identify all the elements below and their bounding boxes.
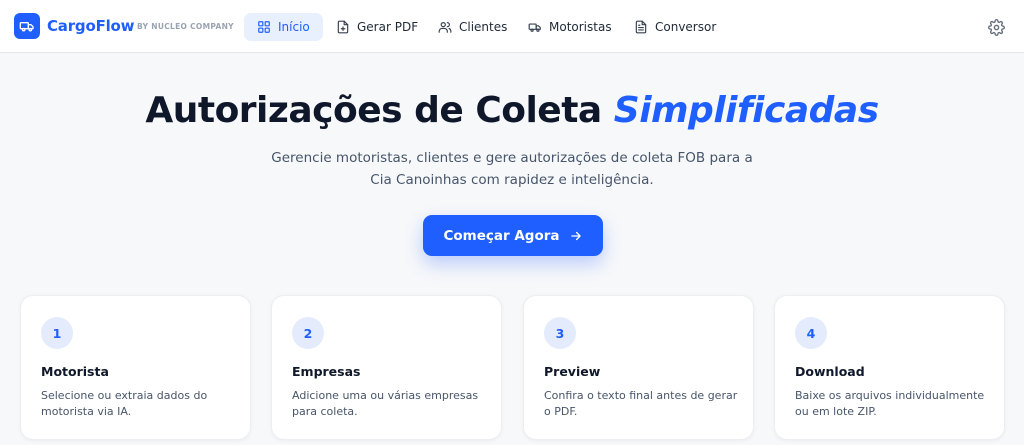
- step-description: Adicione uma ou várias empresas para col…: [292, 389, 479, 418]
- nav-conversor[interactable]: Conversor: [621, 13, 729, 41]
- hero-title-accent: Simplificadas: [613, 90, 879, 131]
- step-title: Download: [795, 364, 865, 379]
- step-card-download: 4 Download Baixe os arquivos individualm…: [774, 295, 1005, 440]
- file-text-icon: [635, 20, 647, 34]
- step-card-motorista: 1 Motorista Selecione ou extraia dados d…: [20, 295, 251, 440]
- nav-label: Conversor: [655, 20, 717, 34]
- step-number-badge: 3: [544, 317, 576, 349]
- hero-subtitle: Gerencie motoristas, clientes e gere aut…: [271, 150, 753, 188]
- top-navbar: CargoFlow BY NUCLEO COMPANY Início Gerar…: [0, 0, 1024, 53]
- nav-label: Início: [278, 20, 310, 34]
- step-title: Empresas: [292, 364, 361, 379]
- grid-icon: [258, 21, 270, 33]
- hero-title-main: Autorizações de Coleta: [145, 90, 614, 131]
- nav-label: Gerar PDF: [357, 20, 419, 34]
- settings-button[interactable]: [986, 17, 1006, 37]
- nav-inicio[interactable]: Início: [244, 13, 323, 41]
- brand-subtitle: BY NUCLEO COMPANY: [137, 22, 234, 31]
- arrow-right-icon: [570, 231, 581, 240]
- gear-icon: [987, 18, 1005, 36]
- step-card-empresas: 2 Empresas Adicione uma ou várias empres…: [271, 295, 502, 440]
- step-description: Selecione ou extraia dados do motorista …: [41, 389, 208, 418]
- hero-title: Autorizações de Coleta Simplificadas: [0, 90, 1024, 131]
- step-title: Preview: [544, 364, 601, 379]
- step-title: Motorista: [41, 364, 109, 379]
- nav-gerar-pdf[interactable]: Gerar PDF: [323, 13, 431, 41]
- step-number-badge: 2: [292, 317, 324, 349]
- nav-motoristas[interactable]: Motoristas: [515, 13, 625, 41]
- step-description: Confira o texto final antes de gerar o P…: [544, 389, 738, 418]
- logo-truck-icon[interactable]: [14, 13, 40, 39]
- nav-label: Clientes: [459, 20, 508, 34]
- brand-name[interactable]: CargoFlow: [47, 17, 135, 35]
- step-card-preview: 3 Preview Confira o texto final antes de…: [523, 295, 754, 440]
- step-number-badge: 4: [795, 317, 827, 349]
- step-description: Baixe os arquivos individualmente ou em …: [795, 389, 985, 418]
- cta-label: Começar Agora: [443, 227, 560, 244]
- nav-clientes[interactable]: Clientes: [425, 13, 520, 41]
- nav-label: Motoristas: [549, 20, 612, 34]
- users-icon: [438, 22, 452, 33]
- file-plus-icon: [337, 20, 349, 34]
- truck-icon: [528, 23, 541, 32]
- step-number-badge: 1: [41, 317, 73, 349]
- comecar-agora-button[interactable]: Começar Agora: [423, 215, 603, 256]
